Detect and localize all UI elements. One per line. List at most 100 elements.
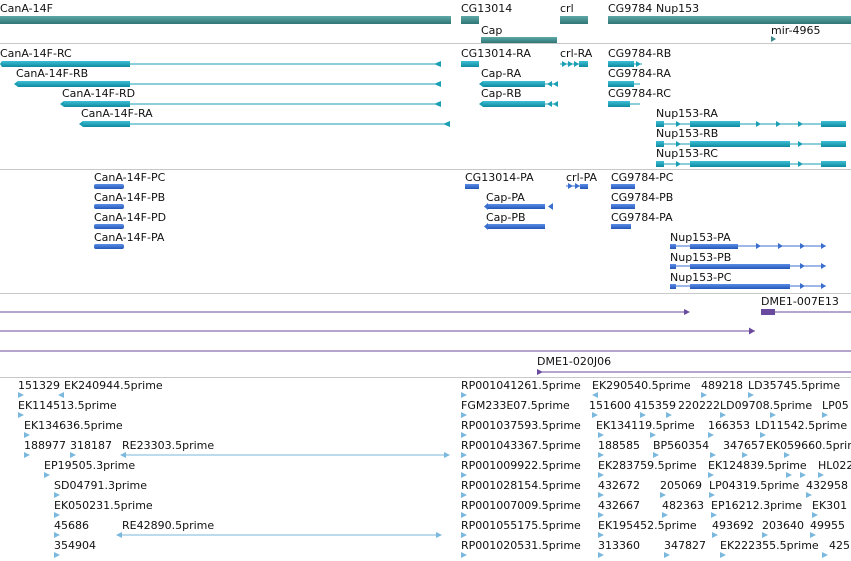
est-label: HL022 — [818, 459, 851, 472]
est-label: 49955 — [810, 519, 845, 532]
est-label: 205069 — [660, 479, 702, 492]
est-feature[interactable] — [592, 392, 598, 398]
protein-feature-cg9784-pa[interactable] — [611, 224, 631, 229]
protein-feature-cana-14f-pb[interactable] — [94, 204, 124, 209]
est-feature[interactable] — [18, 392, 24, 398]
protein-feature-cana-14f-pa[interactable] — [94, 244, 124, 249]
transcript-feature-cg9784-rc[interactable] — [608, 101, 640, 107]
protein-feature-cap-pa[interactable] — [484, 203, 553, 210]
est-feature[interactable] — [598, 532, 604, 538]
est-feature[interactable] — [461, 452, 467, 458]
est-feature[interactable] — [461, 432, 467, 438]
gene-feature-cg9784[interactable] — [608, 16, 656, 24]
transcript-feature-cg13014-ra[interactable] — [461, 61, 479, 67]
est-feature[interactable] — [800, 472, 806, 478]
clone-feature-2[interactable] — [0, 327, 755, 335]
est-feature[interactable] — [598, 452, 604, 458]
est-feature[interactable] — [54, 532, 60, 538]
est-feature[interactable] — [806, 492, 812, 498]
est-feature[interactable] — [711, 512, 717, 518]
transcript-feature-crl-ra[interactable] — [560, 61, 588, 67]
est-feature[interactable] — [54, 512, 60, 518]
est-feature[interactable] — [461, 532, 467, 538]
est-label: 415359 — [634, 399, 676, 412]
est-label: 313360 — [598, 539, 640, 552]
est-feature[interactable] — [709, 492, 715, 498]
est-feature-re42890[interactable] — [116, 532, 442, 538]
est-feature[interactable] — [762, 532, 768, 538]
est-feature[interactable] — [666, 412, 672, 418]
est-feature[interactable] — [24, 452, 30, 458]
clone-feature-1[interactable] — [0, 309, 690, 315]
est-feature[interactable] — [812, 512, 818, 518]
est-feature[interactable] — [461, 492, 467, 498]
est-feature[interactable] — [44, 472, 50, 478]
est-feature[interactable] — [720, 412, 726, 418]
transcript-feature-cana-14f-ra[interactable] — [79, 121, 450, 127]
est-feature[interactable] — [18, 412, 24, 418]
est-feature[interactable] — [784, 452, 790, 458]
est-feature[interactable] — [598, 432, 604, 438]
est-feature[interactable] — [710, 452, 716, 458]
est-feature[interactable] — [461, 472, 467, 478]
est-feature[interactable] — [598, 492, 604, 498]
clone-feature-dme1-020j06[interactable] — [537, 369, 851, 375]
est-feature[interactable] — [810, 532, 816, 538]
est-feature[interactable] — [461, 392, 467, 398]
est-feature[interactable] — [70, 452, 76, 458]
est-label: LP05 — [822, 399, 849, 412]
est-feature[interactable] — [720, 552, 726, 558]
est-feature[interactable] — [24, 432, 30, 438]
est-feature[interactable] — [650, 432, 656, 438]
est-feature[interactable] — [786, 472, 792, 478]
est-feature[interactable] — [660, 492, 666, 498]
protein-feature-cap-pb[interactable] — [484, 223, 545, 230]
est-feature[interactable] — [640, 412, 646, 418]
est-feature[interactable] — [742, 452, 748, 458]
gene-feature-crl[interactable] — [560, 16, 588, 24]
est-feature[interactable] — [54, 552, 60, 558]
est-feature[interactable] — [708, 432, 714, 438]
est-feature[interactable] — [708, 472, 714, 478]
est-feature[interactable] — [822, 412, 828, 418]
est-label: RE23303.5prime — [122, 439, 214, 452]
est-feature[interactable] — [461, 512, 467, 518]
gene-feature-nup153[interactable] — [656, 16, 851, 24]
est-feature[interactable] — [770, 412, 776, 418]
protein-label: CG9784-PB — [611, 191, 673, 204]
protein-feature-cg13014-pa[interactable] — [465, 184, 479, 189]
est-label: EK134636.5prime — [24, 419, 123, 432]
gene-feature-cap[interactable] — [481, 37, 557, 43]
est-feature[interactable] — [662, 512, 668, 518]
est-feature[interactable] — [598, 552, 604, 558]
est-feature-re23303[interactable] — [120, 452, 450, 458]
protein-feature-cana-14f-pd[interactable] — [94, 224, 124, 229]
est-feature[interactable] — [701, 392, 707, 398]
protein-feature-cg9784-pb[interactable] — [611, 204, 635, 209]
gene-feature-cana-14f[interactable] — [0, 16, 451, 24]
clone-feature-dme1-007e13[interactable] — [761, 309, 851, 315]
est-label: RP001041261.5prime — [461, 379, 581, 392]
est-feature[interactable] — [822, 552, 828, 558]
est-feature[interactable] — [598, 512, 604, 518]
est-label: EK124839.5prime — [708, 459, 807, 472]
est-feature[interactable] — [748, 392, 754, 398]
est-feature[interactable] — [592, 412, 598, 418]
gene-feature-cg13014[interactable] — [461, 16, 479, 24]
est-label: LP04319.5prime — [709, 479, 800, 492]
est-feature[interactable] — [712, 532, 718, 538]
est-feature[interactable] — [598, 472, 604, 478]
est-feature[interactable] — [54, 492, 60, 498]
est-feature[interactable] — [818, 472, 824, 478]
protein-feature-cg9784-pc[interactable] — [611, 184, 635, 189]
protein-feature-cana-14f-pc[interactable] — [94, 184, 124, 189]
transcript-feature-cap-rb[interactable] — [479, 101, 558, 107]
est-feature[interactable] — [58, 392, 64, 398]
transcript-feature-nup153-rc[interactable] — [656, 161, 846, 167]
est-feature[interactable] — [653, 452, 659, 458]
est-feature[interactable] — [461, 412, 467, 418]
est-feature[interactable] — [461, 552, 467, 558]
est-label: EK195452.5prime — [598, 519, 697, 532]
est-feature[interactable] — [760, 432, 766, 438]
est-feature[interactable] — [664, 552, 670, 558]
